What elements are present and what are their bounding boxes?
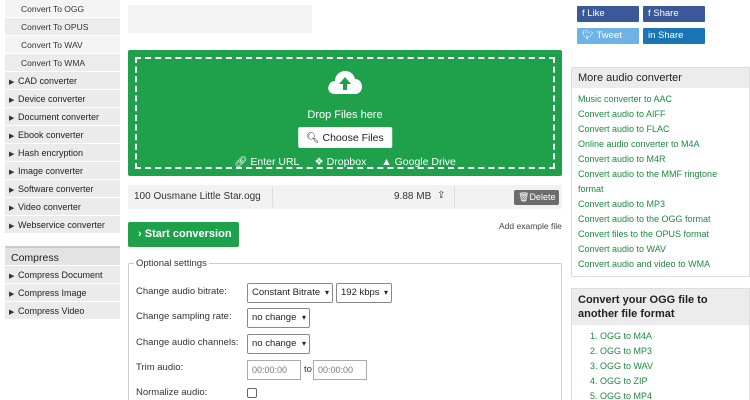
optional-settings-legend: Optional settings [134, 258, 209, 269]
upload-sources: 🔗︎ Enter URL ❖ Dropbox ▲ Google Drive [137, 155, 553, 168]
trim-end-input[interactable]: 00:00:00 [313, 360, 367, 380]
chevron-down-icon: ▾ [324, 288, 329, 297]
link-ogg-to-zip[interactable]: 4. OGG to ZIP [578, 374, 743, 389]
drop-files-text: Drop Files here [307, 109, 383, 121]
link-ogg-to-m4a[interactable]: 1. OGG to M4A [578, 329, 743, 344]
linkedin-icon: in [648, 30, 656, 41]
caret-right-icon: ▶ [9, 223, 15, 230]
enter-url-button[interactable]: 🔗︎ Enter URL [234, 156, 299, 168]
file-size: 9.88 MB [394, 191, 432, 202]
link-audio-to-wav[interactable]: Convert audio to WAV [578, 242, 743, 257]
sidebar-item-device-converter[interactable]: ▶ Device converter [5, 90, 120, 108]
audio-channels-label: Change audio channels: [136, 337, 239, 348]
google-drive-button[interactable]: ▲ Google Drive [381, 156, 456, 168]
trim-audio-label: Trim audio: [136, 362, 184, 373]
sidebar-item-compress-document[interactable]: ▶ Compress Document [5, 266, 120, 284]
convert-ogg-box: Convert your OGG file to another file fo… [571, 288, 750, 400]
google-drive-icon: ▲ [381, 156, 392, 168]
choose-files-button[interactable]: 🔍︎ Choose Files [298, 127, 392, 148]
facebook-icon: f [582, 8, 585, 19]
chevron-down-icon: ▾ [383, 288, 388, 297]
sidebar-item-cad-converter[interactable]: ▶ CAD converter [5, 72, 120, 90]
link-audio-to-flac[interactable]: Convert audio to FLAC [578, 122, 743, 137]
sampling-rate-select[interactable]: no change ▾ [247, 308, 310, 328]
sidebar-item-ebook-converter[interactable]: ▶ Ebook converter [5, 126, 120, 144]
link-audio-to-mp3[interactable]: Convert audio to MP3 [578, 197, 743, 212]
optional-settings-panel: Optional settings Change audio bitrate: … [128, 258, 562, 400]
start-conversion-button[interactable]: › Start conversion [128, 222, 239, 247]
link-audio-to-m4r[interactable]: Convert audio to M4R [578, 152, 743, 167]
sidebar-item-software-converter[interactable]: ▶ Software converter [5, 180, 120, 198]
sidebar-item-convert-to-wav[interactable]: Convert To WAV [5, 36, 120, 54]
link-audio-video-to-wma[interactable]: Convert audio and video to WMA [578, 257, 743, 272]
sidebar-item-webservice-converter[interactable]: ▶ Webservice converter [5, 216, 120, 234]
sidebar-item-hash-encryption[interactable]: ▶ Hash encryption [5, 144, 120, 162]
link-files-to-opus[interactable]: Convert files to the OPUS format [578, 227, 743, 242]
file-name: 100 Ousmane Little Star.ogg [134, 191, 261, 202]
tweet-button[interactable]: 🐦︎ Tweet [577, 28, 639, 44]
sidebar-item-compress-image[interactable]: ▶ Compress Image [5, 284, 120, 302]
sidebar-item-convert-to-ogg[interactable]: Convert To OGG [5, 0, 120, 18]
normalize-audio-checkbox[interactable] [247, 388, 257, 398]
caret-right-icon: ▶ [9, 309, 15, 316]
dropbox-button[interactable]: ❖ Dropbox [314, 156, 366, 168]
link-audio-to-mmf[interactable]: Convert audio to the MMF ringtone format [578, 167, 743, 197]
twitter-icon: 🐦︎ [582, 30, 595, 41]
compress-heading: Compress [5, 246, 120, 266]
dropbox-icon: ❖ [314, 156, 324, 168]
chevron-down-icon: ▾ [301, 313, 306, 322]
link-ogg-to-mp4[interactable]: 5. OGG to MP4 [578, 389, 743, 400]
trim-to-label: to [304, 364, 312, 375]
left-sidebar: Convert To OGG Convert To OPUS Convert T… [5, 0, 120, 320]
delete-file-button[interactable]: 🗑︎Delete [514, 190, 560, 205]
search-icon: 🔍︎ [306, 132, 320, 144]
audio-channels-select[interactable]: no change ▾ [247, 334, 310, 354]
link-icon: 🔗︎ [234, 156, 248, 168]
sidebar-item-convert-to-wma[interactable]: Convert To WMA [5, 54, 120, 72]
bitrate-label: Change audio bitrate: [136, 286, 227, 297]
file-row: 100 Ousmane Little Star.ogg 9.88 MB ⇪ 🗑︎… [128, 185, 562, 209]
bitrate-value-select[interactable]: 192 kbps ▾ [336, 283, 392, 303]
drop-zone[interactable]: Drop Files here 🔍︎ Choose Files 🔗︎ Enter… [128, 50, 562, 176]
drop-zone-border: Drop Files here 🔍︎ Choose Files 🔗︎ Enter… [135, 57, 555, 169]
chevron-right-icon: › [138, 228, 142, 240]
more-audio-converter-box: More audio converter Music converter to … [571, 67, 750, 277]
upload-icon: ⇪ [437, 190, 446, 201]
sidebar-item-image-converter[interactable]: ▶ Image converter [5, 162, 120, 180]
cloud-upload-icon [328, 71, 362, 94]
link-audio-to-ogg[interactable]: Convert audio to the OGG format [578, 212, 743, 227]
sidebar-item-video-converter[interactable]: ▶ Video converter [5, 198, 120, 216]
facebook-like-button[interactable]: f Like [577, 6, 639, 22]
link-audio-to-m4a[interactable]: Online audio converter to M4A [578, 137, 743, 152]
link-audio-to-aiff[interactable]: Convert audio to AIFF [578, 107, 743, 122]
more-audio-converter-title: More audio converter [572, 68, 749, 88]
normalize-audio-label: Normalize audio: [136, 387, 208, 398]
sidebar-item-document-converter[interactable]: ▶ Document converter [5, 108, 120, 126]
bitrate-mode-select[interactable]: Constant Bitrate ▾ [247, 283, 333, 303]
link-ogg-to-mp3[interactable]: 2. OGG to MP3 [578, 344, 743, 359]
link-music-to-aac[interactable]: Music converter to AAC [578, 92, 743, 107]
sidebar-item-convert-to-opus[interactable]: Convert To OPUS [5, 18, 120, 36]
trash-icon: 🗑︎ [518, 192, 530, 202]
convert-ogg-title: Convert your OGG file to another file fo… [572, 289, 749, 325]
link-ogg-to-wav[interactable]: 3. OGG to WAV [578, 359, 743, 374]
chevron-down-icon: ▾ [301, 339, 306, 348]
trim-start-input[interactable]: 00:00:00 [247, 360, 301, 380]
add-example-file-link[interactable]: Add example file [499, 221, 562, 231]
facebook-icon: f [648, 8, 651, 19]
facebook-share-button[interactable]: f Share [643, 6, 705, 22]
sampling-rate-label: Change sampling rate: [136, 311, 232, 322]
linkedin-share-button[interactable]: in Share [643, 28, 705, 44]
ad-placeholder [128, 5, 312, 33]
sidebar-item-compress-video[interactable]: ▶ Compress Video [5, 302, 120, 320]
